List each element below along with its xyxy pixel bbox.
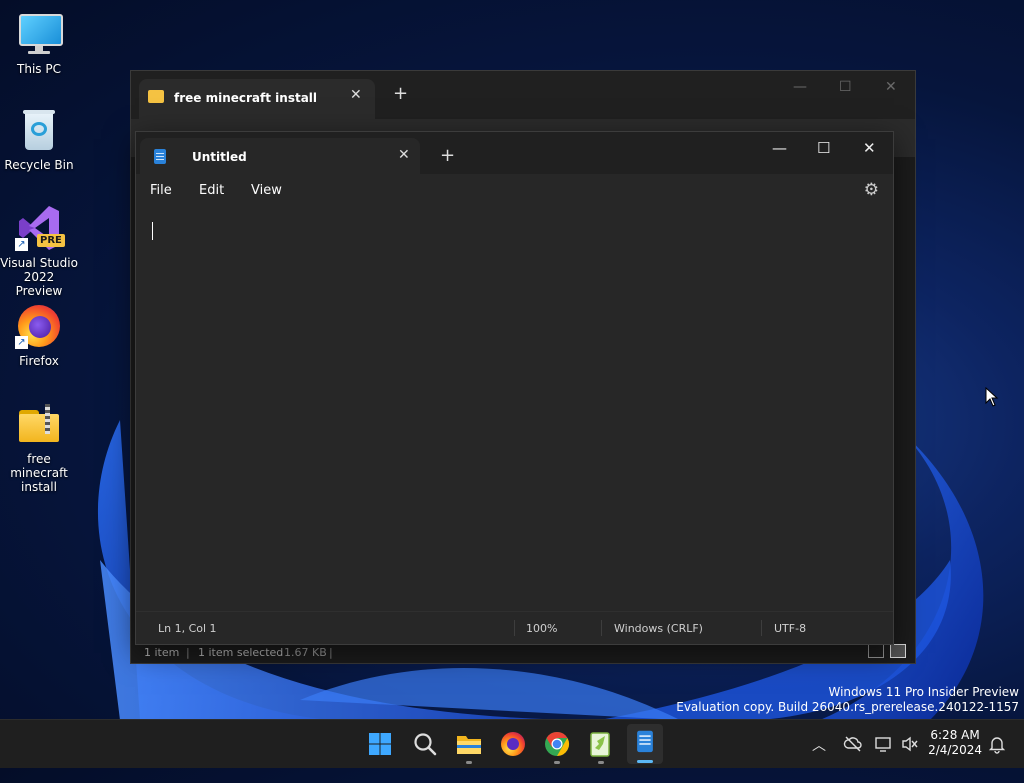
desktop-icon-this-pc[interactable]: This PC bbox=[0, 10, 78, 76]
close-tab-icon[interactable]: ✕ bbox=[350, 87, 362, 103]
notepad-tab[interactable]: Untitled ✕ bbox=[140, 138, 420, 174]
visual-studio-icon: PRE ↗ bbox=[15, 204, 65, 252]
maximize-button[interactable]: ☐ bbox=[839, 79, 852, 95]
status-divider bbox=[761, 620, 762, 636]
status-line-column: Ln 1, Col 1 bbox=[158, 622, 217, 635]
taskbar-firefox[interactable] bbox=[497, 728, 529, 760]
desktop-icon-label: free minecraft install bbox=[10, 452, 68, 494]
evaluation-watermark: Windows 11 Pro Insider Preview Evaluatio… bbox=[676, 685, 1019, 715]
zip-folder-icon bbox=[15, 400, 63, 448]
notepad-title-bar: Untitled ✕ + — ☐ ✕ bbox=[136, 132, 893, 174]
monitor-icon bbox=[15, 10, 63, 58]
watermark-line-1: Windows 11 Pro Insider Preview bbox=[828, 685, 1019, 699]
settings-gear-icon[interactable]: ⚙ bbox=[864, 180, 879, 200]
new-tab-button[interactable]: + bbox=[393, 83, 408, 104]
status-size: 1.67 KB bbox=[284, 646, 327, 659]
shortcut-arrow-icon: ↗ bbox=[15, 238, 28, 251]
status-separator: | bbox=[186, 646, 190, 659]
notepad-status-bar: Ln 1, Col 1 100% Windows (CRLF) UTF-8 bbox=[136, 611, 893, 644]
status-zoom[interactable]: 100% bbox=[526, 622, 557, 635]
explorer-tab[interactable]: free minecraft install ✕ bbox=[139, 79, 375, 119]
new-tab-button[interactable]: + bbox=[440, 145, 455, 166]
notification-bell-icon[interactable] bbox=[987, 734, 1007, 754]
desktop-icon-label: Visual Studio 2022 Preview bbox=[0, 256, 78, 298]
close-tab-icon[interactable]: ✕ bbox=[398, 147, 410, 163]
explorer-tab-title: free minecraft install bbox=[174, 91, 318, 105]
status-separator: | bbox=[329, 646, 333, 659]
clock-date: 2/4/2024 bbox=[928, 743, 982, 757]
onedrive-cloud-off-icon[interactable] bbox=[843, 734, 863, 754]
running-indicator bbox=[598, 761, 604, 764]
watermark-line-2: Evaluation copy. Build 26040.rs_prerelea… bbox=[676, 700, 1019, 714]
status-divider bbox=[601, 620, 602, 636]
running-indicator bbox=[554, 761, 560, 764]
taskbar-notepad-plus-plus[interactable] bbox=[585, 728, 617, 764]
mouse-pointer-icon bbox=[985, 387, 999, 407]
taskbar-chrome[interactable] bbox=[541, 728, 573, 764]
firefox-icon: ↗ bbox=[15, 302, 63, 350]
chrome-icon bbox=[545, 732, 570, 756]
firefox-icon bbox=[501, 732, 525, 756]
volume-muted-icon[interactable] bbox=[900, 734, 920, 754]
desktop-icon-free-minecraft-install[interactable]: free minecraft install bbox=[0, 400, 78, 494]
desktop-icon-label: Recycle Bin bbox=[4, 158, 74, 172]
notepad-icon bbox=[637, 730, 653, 753]
desktop-icon-label: Firefox bbox=[19, 354, 59, 368]
desktop-icon-label: This PC bbox=[17, 62, 61, 76]
close-button[interactable]: ✕ bbox=[885, 79, 897, 95]
running-indicator bbox=[637, 760, 653, 763]
tiles-view-icon[interactable] bbox=[890, 644, 906, 658]
minimize-button[interactable]: — bbox=[793, 79, 807, 95]
menu-edit[interactable]: Edit bbox=[199, 183, 224, 198]
status-line-ending[interactable]: Windows (CRLF) bbox=[614, 622, 703, 635]
status-divider bbox=[514, 620, 515, 636]
text-caret bbox=[152, 222, 153, 240]
clock-time: 6:28 AM bbox=[930, 728, 980, 742]
desktop-icon-firefox[interactable]: ↗ Firefox bbox=[0, 302, 78, 368]
system-clock[interactable]: 6:28 AM 2/4/2024 bbox=[928, 728, 982, 758]
search-icon bbox=[414, 733, 437, 756]
file-explorer-icon bbox=[457, 736, 481, 754]
preview-badge: PRE bbox=[37, 234, 65, 247]
details-view-icon[interactable] bbox=[868, 644, 884, 658]
notepad-icon bbox=[154, 149, 166, 164]
running-indicator bbox=[466, 761, 472, 764]
folder-icon bbox=[148, 90, 164, 103]
show-hidden-icons-chevron-icon[interactable]: ︿ bbox=[812, 735, 826, 783]
notepad-plus-plus-icon bbox=[590, 732, 610, 757]
notepad-window[interactable]: Untitled ✕ + — ☐ ✕ File Edit View ⚙ Ln 1… bbox=[135, 131, 894, 645]
explorer-tab-bar: free minecraft install ✕ + — ☐ ✕ bbox=[131, 71, 915, 119]
taskbar: ︿ 6:28 AM 2/4/2024 bbox=[0, 719, 1024, 768]
taskbar-file-explorer[interactable] bbox=[453, 728, 485, 764]
minimize-button[interactable]: — bbox=[772, 139, 787, 157]
maximize-button[interactable]: ☐ bbox=[817, 139, 830, 157]
recycle-bin-icon bbox=[15, 106, 63, 154]
search-button[interactable] bbox=[409, 728, 441, 760]
network-icon[interactable] bbox=[874, 734, 894, 754]
notepad-text-area[interactable] bbox=[136, 208, 893, 610]
status-encoding[interactable]: UTF-8 bbox=[774, 622, 806, 635]
start-icon bbox=[369, 733, 391, 755]
status-item-count: 1 item bbox=[144, 646, 180, 659]
start-button[interactable] bbox=[364, 728, 396, 760]
notepad-menu-bar: File Edit View ⚙ bbox=[136, 174, 893, 208]
desktop-icon-visual-studio[interactable]: PRE ↗ Visual Studio 2022 Preview bbox=[0, 204, 78, 298]
menu-view[interactable]: View bbox=[251, 183, 282, 198]
shortcut-arrow-icon: ↗ bbox=[15, 336, 28, 349]
desktop-icon-recycle-bin[interactable]: Recycle Bin bbox=[0, 106, 78, 172]
status-selected: 1 item selected bbox=[198, 646, 284, 659]
menu-file[interactable]: File bbox=[150, 183, 172, 198]
taskbar-notepad[interactable] bbox=[627, 724, 663, 764]
notepad-tab-title: Untitled bbox=[192, 150, 247, 164]
close-button[interactable]: ✕ bbox=[863, 139, 876, 157]
